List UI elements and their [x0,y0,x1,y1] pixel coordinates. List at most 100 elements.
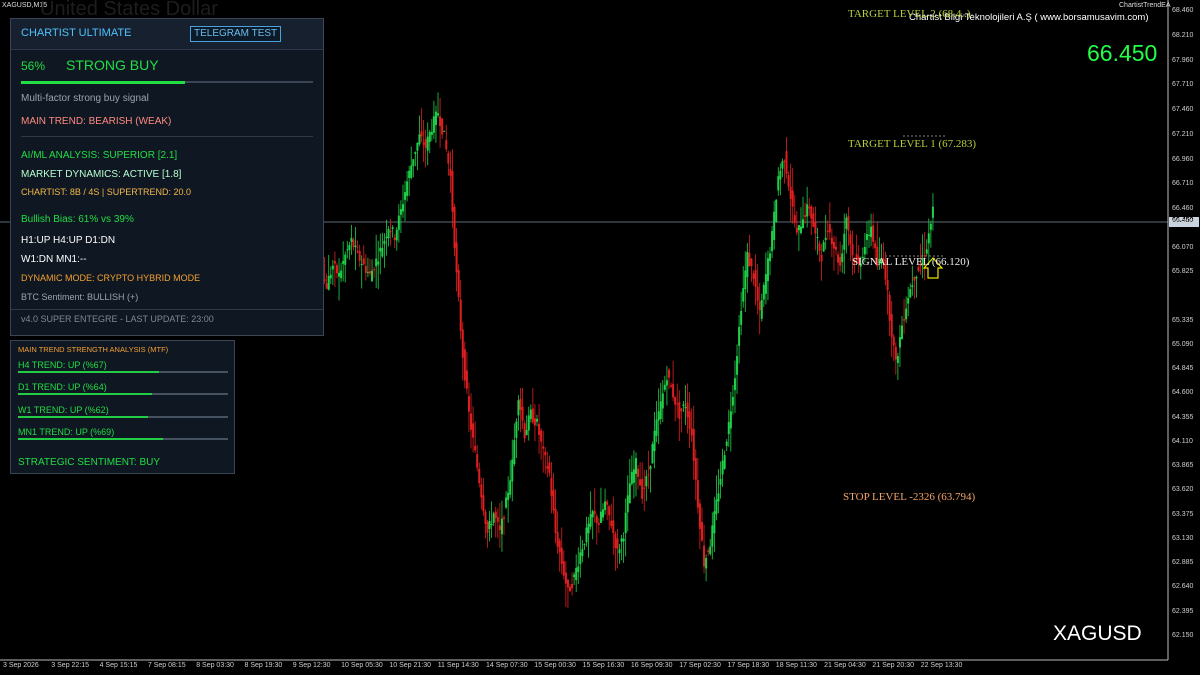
mtf-w1-label: W1 TREND: UP (%62) [18,405,109,415]
big-price: 66.450 [1087,40,1158,66]
time-tick-label: 8 Sep 19:30 [244,662,283,669]
candle-body [467,396,470,412]
candle-body [575,567,578,581]
candle-body [762,284,765,300]
candle-body [849,234,852,245]
candle-body [729,411,732,429]
candle-body [802,219,805,229]
candle-body [705,558,708,569]
candle-body [335,265,338,274]
candle-body [404,192,407,200]
bullish-bias: Bullish Bias: 61% vs 39% [21,214,134,225]
mtf-mn1-bar [18,438,228,440]
strength-bar-fill [21,81,185,84]
candle-body [379,247,382,252]
signal-description: Multi-factor strong buy signal [21,93,149,104]
price-tick-label: 67.710 [1172,81,1194,89]
price-tick-label: 63.865 [1172,462,1194,470]
candle-body [350,237,353,242]
candle-body [731,396,734,406]
candle-body [484,511,487,524]
candle-body [717,493,720,502]
candle-body [888,294,891,321]
candle-body [816,237,819,239]
candle-body [434,111,437,126]
candle-body [439,116,442,127]
candle-body [715,499,718,515]
candle-body [649,465,652,470]
candle-body [560,547,563,564]
candle-body [775,199,778,222]
candle-body [536,419,539,422]
candle-body [414,152,417,154]
candle-body [377,261,380,265]
candle-body [744,270,747,290]
candle-body [406,181,409,196]
candle-body [494,511,497,518]
candle-body [517,400,520,416]
candle-body [550,477,553,496]
candle-body [769,253,772,262]
telegram-test-button[interactable]: TELEGRAM TEST [190,26,282,42]
candle-body [601,509,604,518]
candle-body [368,271,371,274]
candle-body [395,229,398,241]
time-tick-label: 10 Sep 05:30 [341,662,383,669]
mtf-w1-bar [18,416,228,418]
signal-level-label: SIGNAL LEVEL (66.120) [852,256,970,268]
candle-body [651,444,654,464]
candle-body [418,134,421,145]
candle-body [822,242,825,252]
candle-body [824,237,827,240]
candle-body [566,579,569,588]
candle-body [892,336,895,346]
candle-body [597,523,600,525]
candle-body [331,265,334,270]
candle-body [764,274,767,294]
candle-body [410,165,413,178]
candle-body [655,419,658,436]
candle-body [437,113,440,116]
candle-body [886,279,889,291]
candle-body [915,276,918,279]
candle-body [721,460,724,475]
candle-body [447,152,450,164]
candle-body [808,206,811,209]
candle-body [329,274,332,279]
time-tick-label: 22 Sep 13:30 [920,662,963,669]
candle-body [674,396,677,405]
mtf-d1-bar [18,393,228,395]
candle-body [523,423,526,439]
candle-body [354,245,357,248]
candle-body [416,142,419,151]
candle-body [399,209,402,215]
candle-body [362,258,365,265]
candle-body [542,446,545,449]
strategic-sentiment: STRATEGIC SENTIMENT: BUY [18,457,161,468]
price-tick-label: 66.960 [1172,155,1194,163]
candle-body [847,216,850,231]
mtf-d1-bar-fill [18,393,153,395]
candle-body [420,131,423,137]
candle-body [412,159,415,167]
candle-body [931,206,934,218]
candle-body [352,239,355,248]
candle-body [498,525,501,531]
candle-body [777,176,780,191]
time-tick-label: 3 Sep 2026 [3,662,39,669]
candle-body [789,186,792,199]
candle-body [863,247,866,255]
time-tick-label: 17 Sep 18:30 [727,662,770,669]
candle-body [913,277,916,281]
candle-body [905,308,908,320]
candle-body [373,269,376,271]
candle-body [909,289,912,298]
candle-body [630,471,633,484]
candle-body [804,215,807,217]
price-tick-label: 68.460 [1172,7,1194,14]
candle-body [672,383,675,398]
candle-body [903,319,906,321]
candle-body [430,131,433,135]
candle-body [474,445,477,451]
candle-body [344,254,347,265]
